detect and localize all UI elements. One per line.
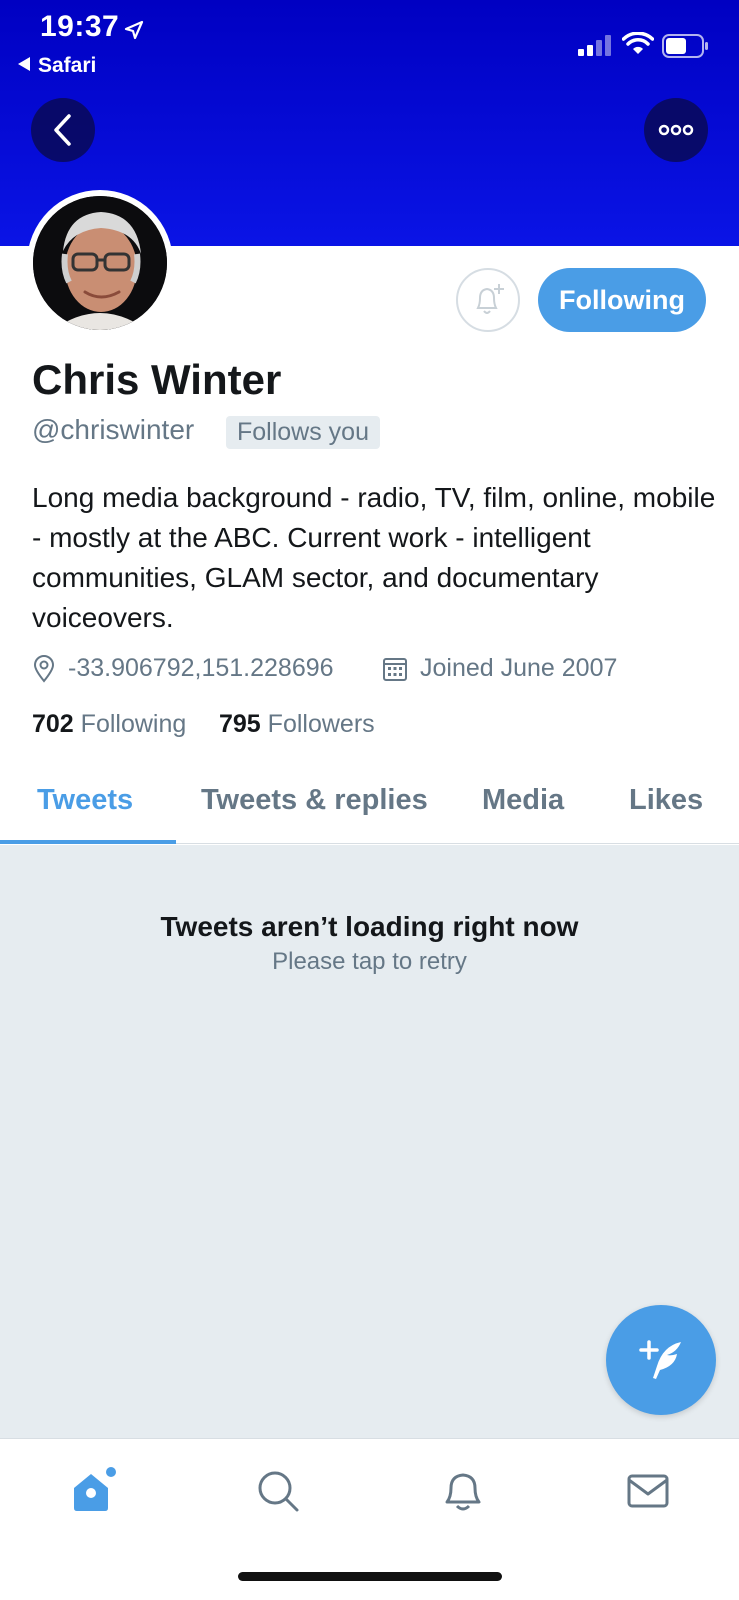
error-title: Tweets aren’t loading right now xyxy=(160,911,579,942)
profile-name: Chris Winter xyxy=(32,356,282,403)
home-indicator[interactable] xyxy=(238,1572,502,1581)
tab-likes[interactable]: Likes xyxy=(629,784,703,817)
cellular-signal-icon xyxy=(578,35,611,56)
nav-search[interactable] xyxy=(248,1461,308,1521)
more-options-button[interactable] xyxy=(644,98,708,162)
following-count-link[interactable]: 702 Following xyxy=(32,710,186,739)
profile-tabs: Tweets Tweets & replies Media Likes xyxy=(0,770,739,844)
notifications-icon xyxy=(445,1473,481,1511)
avatar-photo xyxy=(33,196,167,330)
nav-messages[interactable] xyxy=(618,1461,678,1521)
back-app-label: Safari xyxy=(38,54,97,77)
bell-plus-icon xyxy=(476,284,504,314)
retry-link[interactable]: Please tap to retry xyxy=(0,948,739,976)
nav-home[interactable] xyxy=(63,1461,123,1521)
active-tab-indicator xyxy=(0,840,176,844)
profile-joined: Joined June 2007 xyxy=(382,654,617,683)
messages-icon xyxy=(627,1474,669,1508)
location-arrow-icon xyxy=(124,20,144,40)
followers-count: 795 xyxy=(219,710,261,738)
location-text: -33.906792,151.228696 xyxy=(68,654,334,682)
chevron-left-icon xyxy=(54,114,71,146)
profile-bio: Long media background - radio, TV, film,… xyxy=(32,482,716,633)
tab-tweets-replies[interactable]: Tweets & replies xyxy=(201,784,428,817)
battery-icon xyxy=(662,34,708,58)
nav-notifications[interactable] xyxy=(433,1461,493,1521)
search-icon xyxy=(258,1471,299,1512)
wifi-icon xyxy=(622,32,654,54)
following-count: 702 xyxy=(32,710,74,738)
calendar-icon xyxy=(383,657,407,681)
compose-feather-icon xyxy=(639,1340,681,1379)
location-pin-icon xyxy=(33,654,55,683)
notifications-bell-button[interactable] xyxy=(456,268,520,332)
status-time: 19:37 xyxy=(40,10,120,43)
follows-you-badge: Follows you xyxy=(226,416,380,449)
back-to-safari[interactable]: Safari xyxy=(18,54,96,78)
profile-location: -33.906792,151.228696 xyxy=(32,654,334,683)
compose-tweet-button[interactable] xyxy=(606,1305,716,1415)
following-button[interactable]: Following xyxy=(538,268,706,332)
following-count-label: Following xyxy=(80,710,187,738)
more-dots-icon xyxy=(658,124,694,136)
home-icon xyxy=(74,1467,116,1511)
profile-avatar[interactable] xyxy=(27,190,173,336)
profile-handle: @chriswinter xyxy=(32,414,195,445)
back-triangle-icon xyxy=(18,57,30,71)
followers-count-link[interactable]: 795 Followers xyxy=(219,710,375,739)
back-button[interactable] xyxy=(31,98,95,162)
tab-tweets[interactable]: Tweets xyxy=(37,784,133,817)
joined-text: Joined June 2007 xyxy=(420,654,618,682)
tab-media[interactable]: Media xyxy=(482,784,564,817)
followers-count-label: Followers xyxy=(267,710,375,738)
